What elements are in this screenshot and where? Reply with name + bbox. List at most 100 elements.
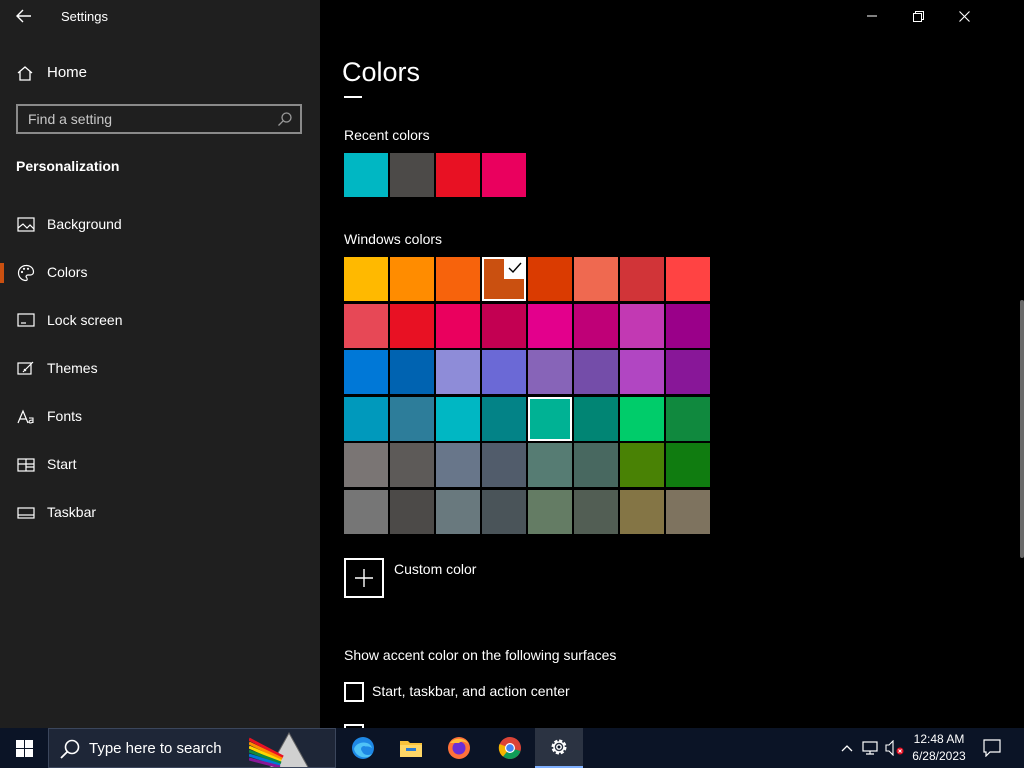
windows-color-swatch[interactable] — [620, 350, 664, 394]
restore-icon — [912, 10, 924, 22]
nav-item-lock-screen[interactable]: Lock screen — [0, 301, 320, 341]
windows-color-swatch[interactable] — [482, 489, 526, 534]
windows-color-swatch[interactable] — [482, 303, 526, 348]
windows-color-swatch[interactable] — [482, 396, 526, 441]
nav-item-taskbar[interactable]: Taskbar — [0, 493, 320, 533]
recent-color-swatch[interactable] — [344, 153, 388, 197]
windows-color-swatch[interactable] — [390, 443, 434, 487]
nav-item-colors[interactable]: Colors — [0, 253, 320, 293]
chevron-up-icon — [841, 745, 853, 752]
close-button[interactable] — [941, 0, 987, 32]
windows-color-swatch[interactable] — [344, 396, 388, 441]
windows-color-swatch[interactable] — [528, 257, 572, 301]
windows-color-swatch[interactable] — [482, 443, 526, 487]
taskbar-settings[interactable] — [535, 728, 583, 768]
nav-home[interactable]: Home — [0, 58, 320, 88]
settings-gear-icon — [551, 739, 567, 755]
start-grid-icon — [17, 458, 35, 472]
volume-button[interactable] — [884, 728, 906, 768]
custom-color-label[interactable]: Custom color — [394, 561, 476, 577]
windows-color-swatch[interactable] — [528, 350, 572, 394]
windows-color-swatch[interactable] — [344, 350, 388, 394]
partial-content-line — [344, 96, 362, 98]
nav-item-fonts[interactable]: Fonts — [0, 397, 320, 437]
windows-color-swatch[interactable] — [344, 257, 388, 301]
find-setting-input[interactable] — [18, 106, 278, 132]
windows-color-swatch[interactable] — [574, 489, 618, 534]
app-title: Settings — [61, 9, 108, 24]
main-content: Colors Recent colors Windows colors Cust… — [320, 0, 1024, 728]
back-button[interactable] — [8, 4, 40, 28]
windows-color-swatch[interactable] — [390, 489, 434, 534]
windows-color-swatch[interactable] — [436, 443, 480, 487]
clock[interactable]: 12:48 AM 6/28/2023 — [904, 730, 974, 766]
windows-color-swatch[interactable] — [574, 257, 618, 301]
windows-color-swatch[interactable] — [574, 350, 618, 394]
windows-color-swatch[interactable] — [482, 350, 526, 394]
windows-color-swatch[interactable] — [574, 303, 618, 348]
windows-color-swatch[interactable] — [666, 396, 710, 441]
windows-color-swatch[interactable] — [666, 443, 710, 487]
sidebar: Settings Home Personalization Background… — [0, 0, 320, 728]
windows-color-swatch[interactable] — [666, 303, 710, 348]
windows-color-swatch[interactable] — [528, 303, 572, 348]
taskbar-edge[interactable] — [339, 728, 387, 768]
windows-color-swatch[interactable] — [528, 443, 572, 487]
windows-color-swatch[interactable] — [620, 443, 664, 487]
minimize-button[interactable] — [849, 0, 895, 32]
windows-color-swatch[interactable] — [620, 303, 664, 348]
windows-color-swatch[interactable] — [574, 443, 618, 487]
windows-color-swatch[interactable] — [482, 257, 526, 301]
windows-color-swatch[interactable] — [620, 489, 664, 534]
windows-color-swatch[interactable] — [436, 489, 480, 534]
nav-item-start[interactable]: Start — [0, 445, 320, 485]
themes-icon — [17, 361, 34, 375]
windows-color-swatch[interactable] — [436, 350, 480, 394]
windows-color-swatch[interactable] — [390, 257, 434, 301]
taskbar-firefox[interactable] — [435, 728, 483, 768]
windows-color-swatch[interactable] — [620, 257, 664, 301]
start-taskbar-checkbox[interactable] — [344, 682, 364, 702]
windows-color-swatch[interactable] — [390, 350, 434, 394]
edge-icon — [352, 737, 374, 759]
recent-color-swatch[interactable] — [390, 153, 434, 197]
nav-item-themes[interactable]: Themes — [0, 349, 320, 389]
network-button[interactable] — [860, 728, 882, 768]
windows-color-swatch[interactable] — [436, 396, 480, 441]
windows-color-swatch[interactable] — [344, 489, 388, 534]
fonts-icon — [17, 409, 34, 424]
windows-color-swatch[interactable] — [528, 396, 572, 441]
taskbar-chrome[interactable] — [486, 728, 534, 768]
nav-item-label: Themes — [47, 360, 98, 376]
custom-color-button[interactable] — [344, 558, 384, 598]
windows-color-swatch[interactable] — [666, 257, 710, 301]
show-hidden-icons-button[interactable] — [837, 728, 857, 768]
windows-color-swatch[interactable] — [666, 350, 710, 394]
clock-date: 6/28/2023 — [912, 749, 966, 763]
windows-color-swatch[interactable] — [344, 303, 388, 348]
action-center-button[interactable] — [978, 728, 1006, 768]
windows-color-swatch[interactable] — [390, 396, 434, 441]
windows-color-swatch[interactable] — [528, 489, 572, 534]
recent-color-swatch[interactable] — [482, 153, 526, 197]
restore-button[interactable] — [895, 0, 941, 32]
scrollbar-thumb[interactable] — [1020, 300, 1024, 558]
taskbar-file-explorer[interactable] — [387, 728, 435, 768]
section-heading: Personalization — [16, 158, 120, 174]
taskbar-search-box[interactable]: Type here to search — [48, 728, 336, 768]
nav-item-label: Fonts — [47, 408, 83, 424]
taskbar-search-text: Type here to search — [89, 740, 222, 757]
windows-color-swatch[interactable] — [436, 303, 480, 348]
recent-color-swatch[interactable] — [436, 153, 480, 197]
windows-color-swatch[interactable] — [344, 443, 388, 487]
windows-color-swatch[interactable] — [436, 257, 480, 301]
start-button[interactable] — [0, 728, 48, 768]
windows-color-swatch[interactable] — [390, 303, 434, 348]
file-explorer-icon — [400, 741, 422, 757]
windows-color-swatch[interactable] — [666, 489, 710, 534]
find-setting-box[interactable] — [16, 104, 302, 134]
windows-color-swatch[interactable] — [574, 396, 618, 441]
start-taskbar-checkbox-label[interactable]: Start, taskbar, and action center — [372, 683, 570, 699]
windows-color-swatch[interactable] — [620, 396, 664, 441]
nav-item-background[interactable]: Background — [0, 205, 320, 245]
